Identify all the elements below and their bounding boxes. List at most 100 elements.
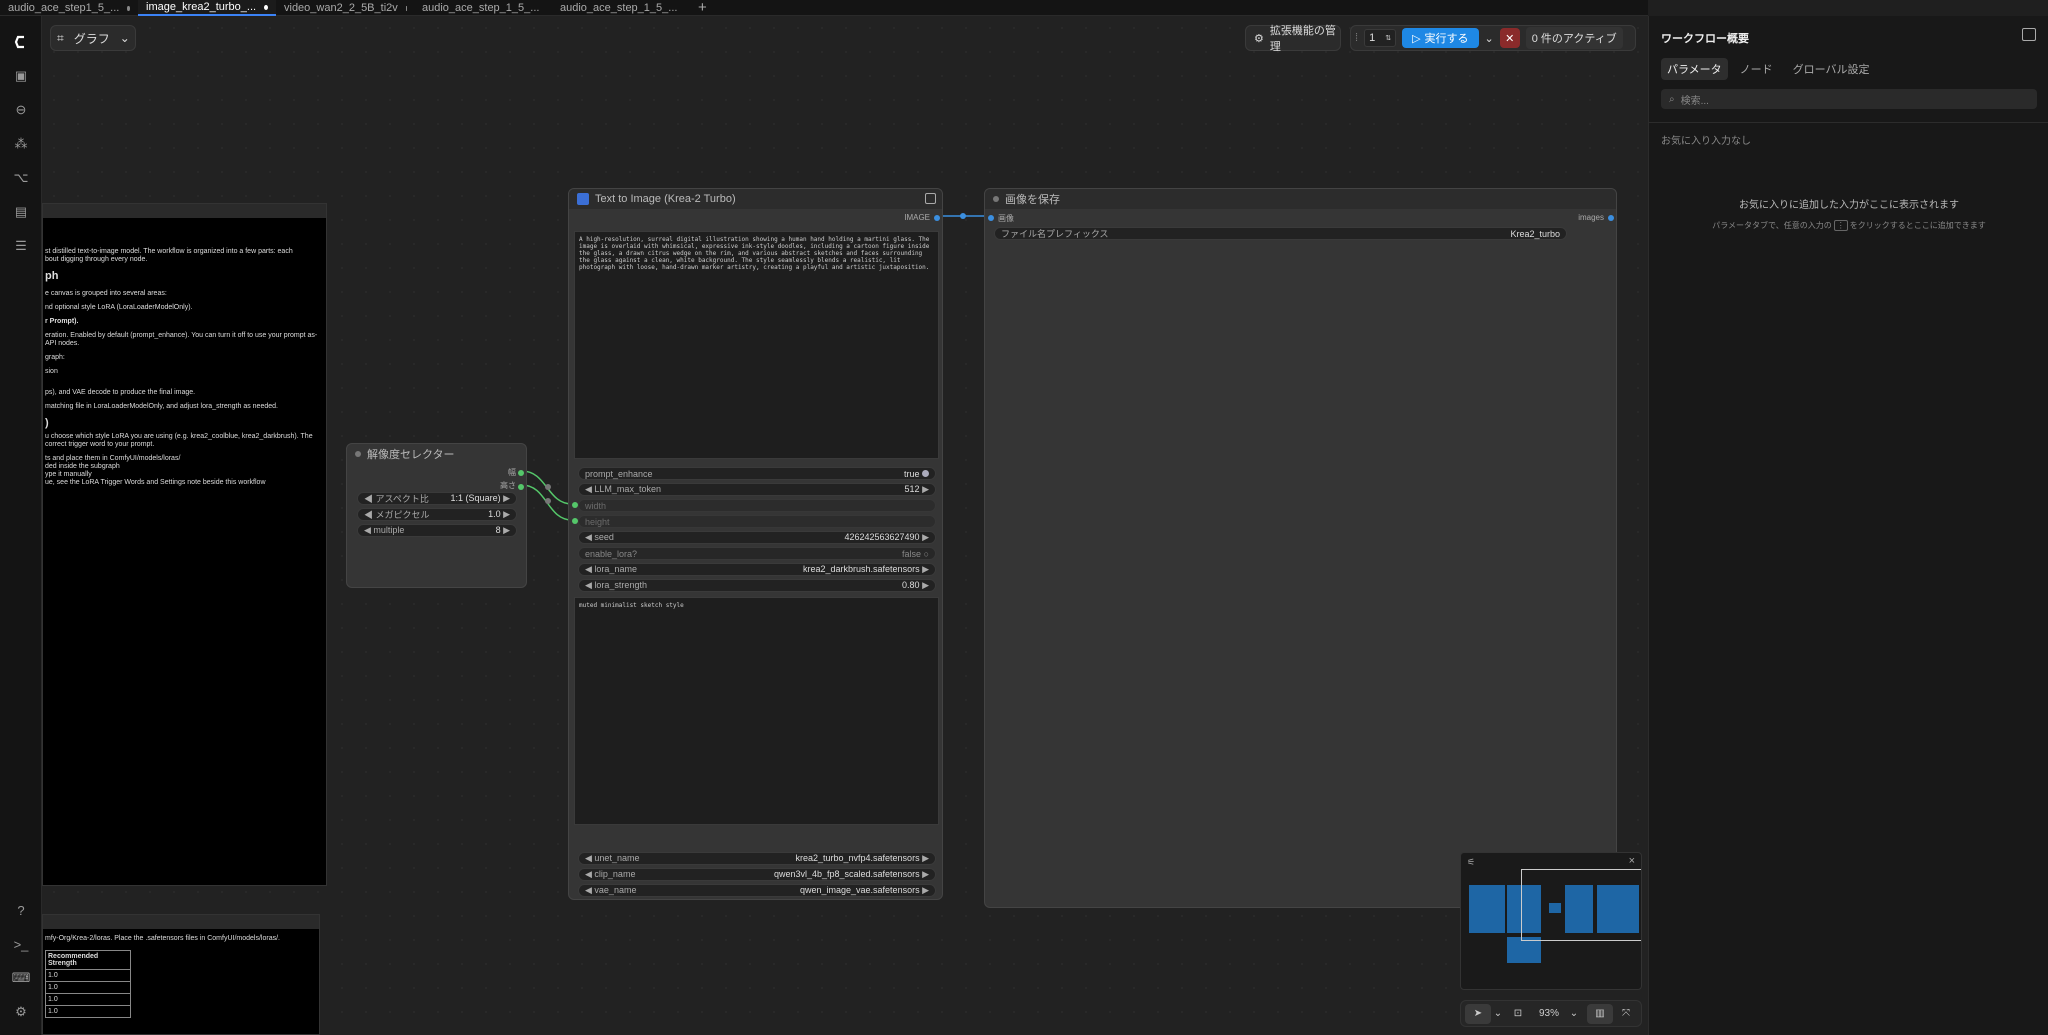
run-button[interactable]: ▷ 実行する: [1402, 28, 1479, 48]
clip-name-combo[interactable]: ◀ clip_name qwen3vl_4b_fp8_scaled.safeten…: [578, 868, 936, 881]
output-images-label: images: [1578, 213, 1604, 222]
width-input: width: [578, 499, 936, 512]
link-visibility-icon[interactable]: ⤧: [1613, 1008, 1639, 1019]
zoom-level[interactable]: 93%: [1531, 1008, 1567, 1019]
tab-nodes[interactable]: ノード: [1732, 58, 1781, 80]
queue-toolbar: ⁞ 1 ⇅ ▷ 実行する ⌄ ✕ 0 件のアクティブ: [1350, 25, 1636, 51]
favorites-heading: お気に入り入力なし: [1661, 136, 1751, 147]
resolution-selector-node[interactable]: 解像度セレクター 幅 高さ ◀ アスペクト比 1:1 (Square) ▶ ◀ メ…: [346, 443, 527, 588]
tab-label: audio_ace_step1_5_...: [8, 2, 120, 14]
output-width-label: 幅: [508, 468, 516, 477]
prompt-enhance-toggle[interactable]: prompt_enhance true: [578, 467, 936, 480]
link-reroute-dot: [545, 498, 551, 504]
panel-tabs: パラメータ ノード グローバル設定: [1661, 58, 1878, 80]
output-image-label: IMAGE: [904, 213, 930, 222]
graph-menu-button[interactable]: ⌗ グラフ ⌄: [50, 25, 136, 51]
tab-label: image_krea2_turbo_...: [146, 1, 257, 13]
comfy-logo-icon[interactable]: [11, 32, 31, 52]
output-height-socket[interactable]: [518, 484, 524, 490]
empty-state-hint: パラメータタブで、任意の入力の ⋮ をクリックするとここに追加できます: [1712, 220, 1986, 231]
templates-icon[interactable]: ▤: [11, 202, 31, 222]
panel-title: ワークフロー概要: [1661, 33, 1749, 45]
unsaved-dot: [127, 5, 130, 11]
height-input: height: [578, 515, 936, 528]
tab-parameters[interactable]: パラメータ: [1661, 58, 1728, 80]
link-reroute-dot: [960, 213, 966, 219]
settings-gear-icon[interactable]: ⚙: [11, 1002, 31, 1022]
fit-view-icon[interactable]: ⊡: [1505, 1008, 1531, 1019]
tab-audio-ace-3[interactable]: audio_ace_step_1_5_...: [552, 0, 690, 16]
minimap-node: [1469, 885, 1505, 933]
tab-label: video_wan2_2_5B_ti2v: [284, 2, 398, 14]
minimap-close-icon[interactable]: ×: [1629, 855, 1635, 867]
seed-number[interactable]: ◀ seed 426242563627490 ▶: [578, 531, 936, 544]
more-options-icon: ⋮: [1833, 220, 1848, 231]
workflows-icon[interactable]: ⌥: [11, 168, 31, 188]
filename-prefix-input[interactable]: ファイル名プレフィックス Krea2_turbo: [994, 227, 1567, 240]
graph-canvas[interactable]: st distilled text-to-image model. The wo…: [42, 16, 1648, 1035]
unsaved-dot: [264, 4, 268, 10]
active-queue-button[interactable]: 0 件のアクティブ: [1525, 27, 1623, 49]
vae-name-combo[interactable]: ◀ vae_name qwen_image_vae.safetensors ▶: [578, 884, 936, 897]
keyboard-icon[interactable]: ⌨: [11, 968, 31, 988]
image-icon[interactable]: ▣: [11, 66, 31, 86]
left-sidebar: ▣ ⊖ ⁂ ⌥ ▤ ☰ ? >_ ⌨ ⚙: [0, 16, 42, 1035]
input-image-socket[interactable]: [988, 215, 994, 221]
minimap[interactable]: ⚟ ×: [1460, 852, 1642, 990]
style-textarea[interactable]: muted minimalist sketch style: [574, 597, 939, 825]
stop-icon[interactable]: ✕: [1499, 28, 1520, 48]
tab-label: audio_ace_step_1_5_...: [560, 2, 678, 14]
tab-global-settings[interactable]: グローバル設定: [1785, 58, 1878, 80]
tab-audio-ace-1[interactable]: audio_ace_step1_5_...: [0, 0, 138, 16]
enable-lora-toggle[interactable]: enable_lora? false ○: [578, 547, 936, 560]
zoom-chevron-down-icon[interactable]: ⌄: [1567, 1008, 1581, 1019]
run-options-chevron-icon[interactable]: ⌄: [1485, 32, 1494, 45]
input-image-label: 画像: [998, 214, 1014, 223]
extensions-manager-button[interactable]: ⚙ 拡張機能の管理: [1245, 25, 1341, 53]
save-image-node[interactable]: 画像を保存 画像 images ファイル名プレフィックス Krea2_turbo: [984, 188, 1617, 908]
tab-video-wan[interactable]: video_wan2_2_5B_ti2v: [276, 0, 414, 16]
output-height-label: 高さ: [500, 481, 516, 490]
subgraph-icon: [577, 193, 589, 205]
enter-subgraph-icon[interactable]: [925, 193, 936, 204]
link-reroute-dot: [545, 484, 551, 490]
output-images-socket[interactable]: [1608, 215, 1614, 221]
prompt-textarea[interactable]: A high-resolution, surreal digital illus…: [574, 231, 939, 459]
terminal-icon[interactable]: >_: [11, 934, 31, 954]
puzzle-icon: ⚙: [1254, 32, 1264, 45]
unet-name-combo[interactable]: ◀ unet_name krea2_turbo_nvfp4.safetensors…: [578, 852, 936, 865]
search-icon: ⌕: [1669, 93, 1675, 105]
minimap-settings-icon[interactable]: ⚟: [1467, 857, 1475, 868]
batch-count-input[interactable]: 1 ⇅: [1364, 29, 1397, 47]
queue-icon[interactable]: ☰: [11, 236, 31, 256]
chevron-down-icon[interactable]: ⌄: [1491, 1008, 1505, 1019]
megapixel-number[interactable]: ◀ メガピクセル 1.0 ▶: [357, 508, 517, 521]
toggle-panel-icon[interactable]: [2022, 28, 2036, 41]
collapse-dot-icon[interactable]: [355, 451, 361, 457]
drag-handle-icon[interactable]: ⁞: [1355, 32, 1358, 44]
output-width-socket[interactable]: [518, 470, 524, 476]
search-input[interactable]: ⌕ 検索...: [1661, 89, 2037, 109]
tab-bar: audio_ace_step1_5_... image_krea2_turbo_…: [0, 0, 1648, 16]
tab-label: audio_ace_step_1_5_...: [422, 2, 540, 14]
text-to-image-node[interactable]: Text to Image (Krea-2 Turbo) IMAGE A hig…: [568, 188, 943, 900]
canvas-controls: ➤ ⌄ ⊡ 93% ⌄ ▥ ⤧: [1460, 1000, 1642, 1027]
model-library-icon[interactable]: ⊖: [11, 100, 31, 120]
minimap-toggle-icon[interactable]: ▥: [1587, 1003, 1613, 1024]
node-library-icon[interactable]: ⁂: [11, 134, 31, 154]
output-image-socket[interactable]: [934, 215, 940, 221]
minimap-viewport[interactable]: [1521, 869, 1641, 941]
lora-strength-number[interactable]: ◀ lora_strength 0.80 ▶: [578, 579, 936, 592]
node-title: Text to Image (Krea-2 Turbo): [569, 189, 942, 209]
tab-image-krea2[interactable]: image_krea2_turbo_...: [138, 0, 276, 16]
llm-max-token-number[interactable]: ◀ LLM_max_token 512 ▶: [578, 483, 936, 496]
multiple-number[interactable]: ◀ multiple 8 ▶: [357, 524, 517, 537]
select-mode-icon[interactable]: ➤: [1465, 1003, 1491, 1024]
tab-audio-ace-2[interactable]: audio_ace_step_1_5_...: [414, 0, 552, 16]
aspect-ratio-combo[interactable]: ◀ アスペクト比 1:1 (Square) ▶: [357, 492, 517, 505]
lora-name-combo[interactable]: ◀ lora_name krea2_darkbrush.safetensors ▶: [578, 563, 936, 576]
collapse-dot-icon[interactable]: [993, 196, 999, 202]
new-tab-icon[interactable]: +: [690, 0, 715, 16]
help-icon[interactable]: ?: [11, 900, 31, 920]
play-icon: ▷: [1412, 32, 1421, 45]
